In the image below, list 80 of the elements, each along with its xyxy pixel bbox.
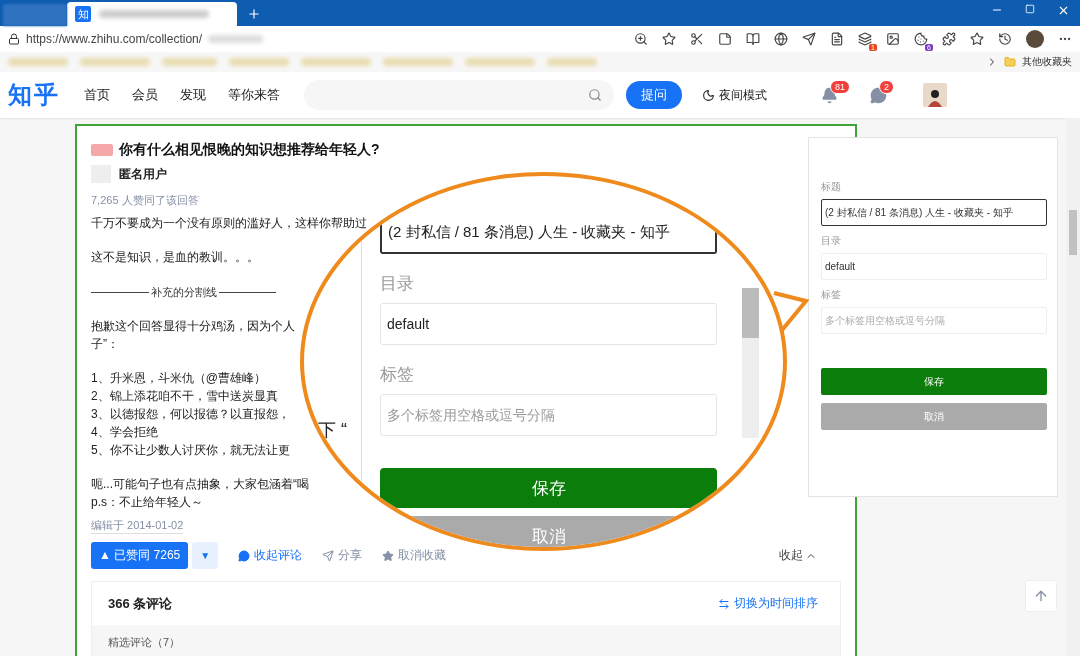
text-field[interactable]: 多个标签用空格或逗号分隔	[821, 307, 1047, 334]
divider-text: 补充的分割线	[148, 286, 219, 298]
comments-button[interactable]: 收起评论	[238, 547, 303, 564]
text-field[interactable]: (2 封私信 / 81 条消息) 人生 - 收藏夹 - 知乎	[821, 199, 1047, 226]
title-field[interactable]: (2 封私信 / 81 条消息) 人生 - 收藏夹 - 知乎	[380, 212, 717, 254]
toolbar-icon[interactable]	[718, 32, 732, 46]
new-tab-icon[interactable]	[247, 7, 261, 21]
star-icon	[382, 549, 395, 562]
toolbar-icon[interactable]	[886, 32, 900, 46]
notification-badge: 81	[830, 79, 850, 94]
answer-text: 3、以德报怨，何以报德？以直报怨，	[91, 406, 290, 423]
ask-button[interactable]: 提问	[626, 81, 682, 109]
send-icon	[322, 549, 335, 562]
back-to-top-button[interactable]	[1025, 580, 1057, 612]
save-button[interactable]: 保存	[380, 468, 717, 508]
answer-text: 5、你不让少数人讨厌你，就无法让更	[91, 442, 290, 459]
answer-text: 这不是知识，是血的教训。。。	[91, 249, 259, 266]
downvote-button[interactable]: ▼	[192, 542, 219, 569]
answer-text: 1、升米恩，斗米仇（@曹雄峰）	[91, 370, 266, 387]
toolbar-icon[interactable]	[690, 32, 704, 46]
user-avatar[interactable]	[923, 83, 947, 107]
answer-text: 呃...可能句子也有点抽象，大家包涵着“喝	[91, 476, 309, 493]
vote-note: 7,265 人赞同了该回答	[91, 193, 199, 208]
nav-link[interactable]: 等你来答	[228, 86, 280, 104]
featured-heading: 精选评论（7）	[108, 636, 181, 648]
text-field[interactable]: default	[380, 303, 717, 345]
answer-text: 抱歉这个回答显得十分鸡汤，因为个人	[91, 318, 295, 335]
address-field[interactable]: https://www.zhihu.com/collection/	[26, 32, 203, 46]
site-logo[interactable]: 知乎	[8, 79, 60, 111]
search-icon	[588, 88, 602, 102]
favorites-icon[interactable]	[970, 32, 984, 46]
comment-icon	[238, 549, 251, 562]
tag-icon	[91, 144, 113, 156]
folder-icon	[1004, 56, 1016, 68]
collapse-button[interactable]: 收起	[773, 546, 823, 565]
field-label: 目录	[821, 234, 842, 248]
bookmark-folder[interactable]: 其他收藏夹	[1022, 55, 1072, 69]
answer-text: 2、锦上添花咱不干，雪中送炭显真	[91, 388, 278, 405]
field-label: 标题	[821, 180, 842, 194]
toolbar-icon[interactable]	[662, 32, 676, 46]
text-field[interactable]: default	[821, 253, 1047, 280]
nav-link[interactable]: 发现	[180, 86, 206, 104]
history-icon[interactable]	[998, 32, 1012, 46]
lock-icon	[8, 33, 20, 45]
field-label: 标签	[821, 288, 842, 302]
field-label: 标签	[380, 364, 415, 386]
toolbar-icon[interactable]	[634, 32, 648, 46]
answer-text: 4、学会拒绝	[91, 424, 158, 441]
profile-avatar[interactable]	[1026, 30, 1044, 48]
toolbar-icon[interactable]	[858, 32, 872, 46]
toolbar-icon[interactable]	[942, 32, 956, 46]
night-mode-toggle[interactable]: 夜间模式	[702, 86, 767, 104]
toolbar-icon[interactable]	[746, 32, 760, 46]
toolbar-icon[interactable]	[830, 32, 844, 46]
swap-icon	[718, 597, 730, 610]
question-title[interactable]: 你有什么相见恨晚的知识想推荐给年轻人?	[119, 141, 380, 159]
search-field[interactable]	[304, 80, 614, 110]
upvote-button[interactable]: ▲ 已赞同 7265	[91, 542, 189, 569]
maximize-icon[interactable]	[1025, 3, 1035, 14]
sort-toggle[interactable]: 切换为时间排序	[712, 594, 824, 613]
answer-text: 千万不要成为一个没有原则的滥好人，这样你帮助过	[91, 215, 367, 232]
author-name[interactable]: 匿名用户	[119, 165, 167, 183]
scrollbar[interactable]	[1066, 118, 1080, 656]
toolbar-icon[interactable]	[914, 32, 928, 46]
message-badge: 2	[879, 79, 894, 94]
field-label: 目录	[380, 273, 415, 295]
answer-text: 子”：	[91, 336, 119, 353]
nav-link[interactable]: 会员	[132, 86, 158, 104]
browser-tab[interactable]: 知	[67, 2, 237, 26]
save-button[interactable]: 保存	[821, 368, 1047, 395]
toolbar-icon[interactable]	[802, 32, 816, 46]
moon-icon	[702, 88, 715, 102]
blurred-url-text	[208, 35, 264, 43]
toolbar-icon[interactable]	[774, 32, 788, 46]
scrollbar[interactable]	[742, 288, 759, 438]
answer-text: p.s：不止给年轻人～	[91, 494, 203, 511]
comment-count: 366 条评论	[108, 594, 173, 613]
text-field[interactable]: 多个标签用空格或逗号分隔	[380, 394, 717, 436]
nav-link[interactable]: 首页	[84, 86, 110, 104]
tab-favicon: 知	[75, 6, 91, 22]
